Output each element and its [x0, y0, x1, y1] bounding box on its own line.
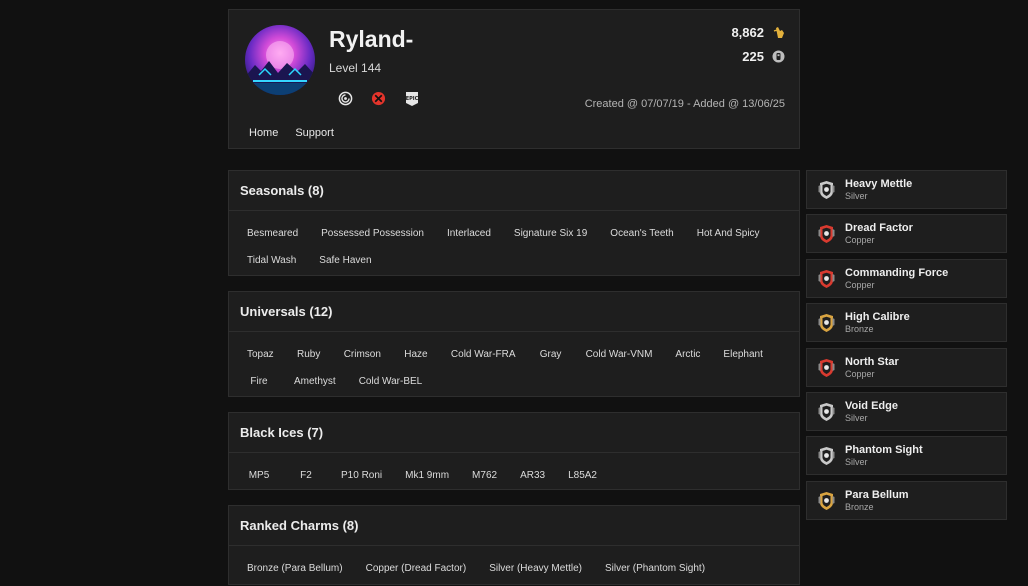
skin-chip[interactable]: Ocean's Teeth: [600, 220, 683, 247]
rank-season-name: Void Edge: [845, 400, 898, 412]
skin-chip[interactable]: M762: [462, 462, 507, 489]
rank-card[interactable]: Void Edge Silver: [806, 392, 1007, 431]
skin-chip[interactable]: Hot And Spicy: [687, 220, 770, 247]
xbox-icon[interactable]: [370, 90, 387, 107]
rank-tier: Bronze: [845, 324, 874, 334]
rank-season-name: Dread Factor: [845, 222, 913, 234]
rank-tier: Copper: [845, 235, 875, 245]
skin-chip[interactable]: MP5: [237, 462, 281, 489]
rank-card[interactable]: Para Bellum Bronze: [806, 481, 1007, 520]
linked-platforms: EPIC: [337, 90, 420, 107]
rank-season-name: High Calibre: [845, 311, 910, 323]
profile-nav: Home Support: [249, 127, 334, 139]
rank-badge-icon: [818, 180, 835, 200]
credits-value: 225: [742, 49, 764, 64]
rank-tier: Silver: [845, 457, 868, 467]
r6-credits-coin-icon: [772, 50, 785, 63]
black-ices-section: Black Ices (7) MP5 F2 P10 Roni Mk1 9mm M…: [228, 412, 800, 490]
rank-card[interactable]: Heavy Mettle Silver: [806, 170, 1007, 209]
section-title: Universals (12): [229, 292, 799, 332]
skin-chip[interactable]: Haze: [394, 341, 438, 368]
skin-chip[interactable]: Gray: [529, 341, 573, 368]
renown-value: 8,862: [731, 25, 764, 40]
nav-support-link[interactable]: Support: [295, 127, 334, 139]
ranked-charms-list: Bronze (Para Bellum) Copper (Dread Facto…: [229, 546, 799, 586]
skin-chip[interactable]: Safe Haven: [309, 247, 381, 274]
section-title: Seasonals (8): [229, 171, 799, 211]
skin-chip[interactable]: Cold War-VNM: [576, 341, 663, 368]
charm-chip[interactable]: Bronze (Para Bellum): [237, 555, 353, 582]
skin-chip[interactable]: Possessed Possession: [311, 220, 434, 247]
skin-chip[interactable]: Crimson: [334, 341, 391, 368]
skin-chip[interactable]: Ruby: [287, 341, 331, 368]
renown-hand-icon: [772, 26, 785, 39]
ubisoft-icon[interactable]: [337, 90, 354, 107]
rank-season-name: North Star: [845, 356, 899, 368]
skin-chip[interactable]: AR33: [510, 462, 555, 489]
skin-chip[interactable]: Cold War-BEL: [349, 368, 433, 395]
skin-chip[interactable]: Signature Six 19: [504, 220, 597, 247]
svg-text:EPIC: EPIC: [405, 96, 418, 102]
rank-card[interactable]: High Calibre Bronze: [806, 303, 1007, 342]
rank-badge-icon: [818, 402, 835, 422]
skin-chip[interactable]: Arctic: [665, 341, 710, 368]
rank-card[interactable]: Commanding Force Copper: [806, 259, 1007, 298]
universals-section: Universals (12) Topaz Ruby Crimson Haze …: [228, 291, 800, 397]
rank-tier: Silver: [845, 413, 868, 423]
rank-tier: Silver: [845, 191, 868, 201]
rank-tier: Copper: [845, 369, 875, 379]
charm-chip[interactable]: Silver (Phantom Sight): [595, 555, 715, 582]
rank-card[interactable]: Phantom Sight Silver: [806, 436, 1007, 475]
skin-chip[interactable]: Topaz: [237, 341, 284, 368]
rank-tier: Copper: [845, 280, 875, 290]
renown-stat: 8,862: [731, 25, 785, 40]
seasonals-list: Besmeared Possessed Possession Interlace…: [229, 211, 799, 278]
skin-chip[interactable]: Amethyst: [284, 368, 346, 395]
skin-chip[interactable]: Cold War-FRA: [441, 341, 526, 368]
player-level: Level 144: [329, 61, 382, 75]
skin-chip[interactable]: L85A2: [558, 462, 607, 489]
rank-badge-icon: [818, 313, 835, 333]
rank-tier: Bronze: [845, 502, 874, 512]
skin-chip[interactable]: P10 Roni: [331, 462, 392, 489]
nav-home-link[interactable]: Home: [249, 127, 278, 139]
avatar: [245, 25, 315, 95]
rank-badge-icon: [818, 491, 835, 511]
epic-icon[interactable]: EPIC: [403, 90, 420, 107]
seasonals-section: Seasonals (8) Besmeared Possessed Posses…: [228, 170, 800, 276]
section-title: Ranked Charms (8): [229, 506, 799, 546]
profile-card: Ryland- Level 144 EPIC 8,862 225 Created…: [228, 9, 800, 149]
rank-badge-icon: [818, 224, 835, 244]
universals-list: Topaz Ruby Crimson Haze Cold War-FRA Gra…: [229, 332, 799, 399]
skin-chip[interactable]: Mk1 9mm: [395, 462, 459, 489]
rank-season-name: Phantom Sight: [845, 444, 923, 456]
rank-card[interactable]: Dread Factor Copper: [806, 214, 1007, 253]
account-dates: Created @ 07/07/19 - Added @ 13/06/25: [584, 98, 785, 110]
skin-chip[interactable]: Fire: [237, 368, 281, 395]
rank-season-name: Para Bellum: [845, 489, 909, 501]
credits-stat: 225: [742, 49, 785, 64]
rank-badge-icon: [818, 446, 835, 466]
black-ices-list: MP5 F2 P10 Roni Mk1 9mm M762 AR33 L85A2: [229, 453, 799, 493]
skin-chip[interactable]: F2: [284, 462, 328, 489]
rank-season-name: Heavy Mettle: [845, 178, 913, 190]
skin-chip[interactable]: Besmeared: [237, 220, 308, 247]
section-title: Black Ices (7): [229, 413, 799, 453]
skin-chip[interactable]: Interlaced: [437, 220, 501, 247]
skin-chip[interactable]: Tidal Wash: [237, 247, 306, 274]
charm-chip[interactable]: Copper (Dread Factor): [356, 555, 477, 582]
rank-badge-icon: [818, 269, 835, 289]
username: Ryland-: [329, 26, 414, 52]
rank-season-name: Commanding Force: [845, 267, 949, 279]
rank-card[interactable]: North Star Copper: [806, 348, 1007, 387]
rank-badge-icon: [818, 358, 835, 378]
charm-chip[interactable]: Silver (Heavy Mettle): [479, 555, 592, 582]
ranked-charms-section: Ranked Charms (8) Bronze (Para Bellum) C…: [228, 505, 800, 585]
skin-chip[interactable]: Elephant: [713, 341, 772, 368]
